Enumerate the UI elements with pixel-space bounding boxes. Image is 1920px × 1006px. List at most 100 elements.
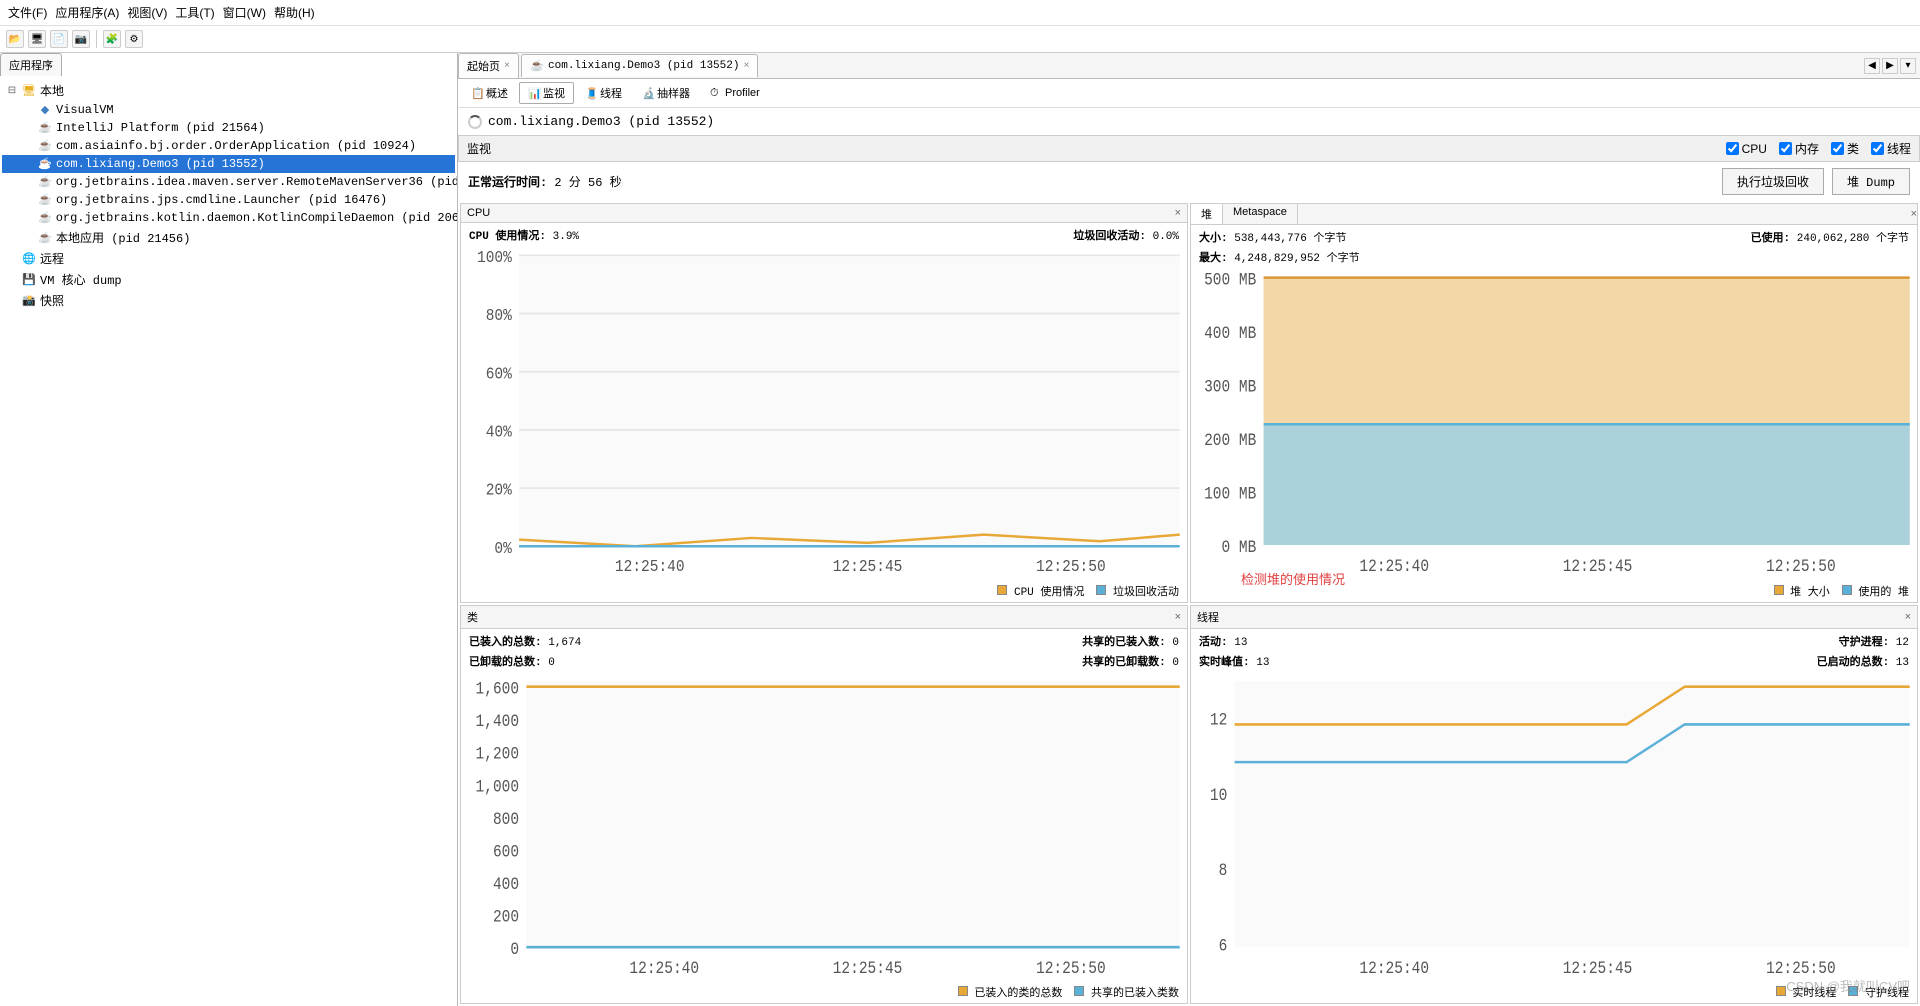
java-icon: ☕	[38, 211, 52, 225]
svg-text:500 MB: 500 MB	[1204, 270, 1256, 289]
menu-window[interactable]: 窗口(W)	[223, 4, 266, 21]
close-icon[interactable]: ×	[1175, 611, 1181, 623]
heap-annotation: 检测堆的使用情况	[1241, 569, 1345, 588]
tree-item-localapp[interactable]: ☕本地应用 (pid 21456)	[2, 227, 455, 248]
tree-item-maven[interactable]: ☕org.jetbrains.idea.maven.server.RemoteM…	[2, 173, 455, 191]
svg-text:1,200: 1,200	[476, 744, 520, 763]
add-jmx-icon[interactable]: 📄	[50, 30, 68, 48]
tab-prev-icon[interactable]: ◀	[1864, 58, 1880, 74]
sub-tabs: 📋概述 📊监视 🧵线程 🔬抽样器 ⏱Profiler	[458, 79, 1920, 108]
svg-text:20%: 20%	[486, 481, 513, 500]
close-icon[interactable]: ×	[1911, 208, 1917, 220]
heap-chart: 500 MB 400 MB 300 MB 200 MB 100 MB 0 MB …	[1191, 269, 1917, 580]
cpu-panel: CPU× CPU 使用情况: 3.9% 垃圾回收活动: 0.0% 100% 80…	[460, 203, 1188, 603]
tree-item-visualvm[interactable]: ◆VisualVM	[2, 101, 455, 119]
svg-text:1,000: 1,000	[476, 777, 520, 796]
uptime-bar: 正常运行时间: 2 分 56 秒 执行垃圾回收 堆 Dump	[458, 162, 1920, 201]
svg-text:400: 400	[493, 874, 519, 893]
menu-app[interactable]: 应用程序(A)	[55, 4, 119, 21]
svg-text:0: 0	[510, 940, 519, 959]
java-icon: ☕	[38, 139, 52, 153]
menu-file[interactable]: 文件(F)	[8, 4, 47, 21]
sidebar-tab[interactable]: 应用程序	[0, 53, 62, 76]
svg-text:12:25:45: 12:25:45	[1563, 958, 1633, 977]
tree-item-launcher[interactable]: ☕org.jetbrains.jps.cmdline.Launcher (pid…	[2, 191, 455, 209]
tab-home[interactable]: 起始页×	[458, 53, 519, 78]
svg-text:60%: 60%	[486, 364, 513, 383]
profiler-icon: ⏱	[710, 87, 722, 99]
menu-view[interactable]: 视图(V)	[127, 4, 167, 21]
add-remote-icon[interactable]: 🖥	[28, 30, 46, 48]
menubar: 文件(F) 应用程序(A) 视图(V) 工具(T) 窗口(W) 帮助(H)	[0, 0, 1920, 26]
subtab-sampler[interactable]: 🔬抽样器	[633, 82, 699, 104]
host-icon: 🖥	[22, 84, 36, 98]
subtab-threads[interactable]: 🧵线程	[576, 82, 631, 104]
svg-text:6: 6	[1219, 936, 1228, 955]
perform-gc-button[interactable]: 执行垃圾回收	[1722, 168, 1824, 195]
svg-text:400 MB: 400 MB	[1204, 324, 1256, 343]
editor-tabs: 起始页× ☕com.lixiang.Demo3 (pid 13552)× ◀ ▶…	[458, 53, 1920, 79]
tree-remote[interactable]: 🌐远程	[2, 248, 455, 269]
menu-help[interactable]: 帮助(H)	[274, 4, 315, 21]
classes-panel: 类× 已装入的总数: 1,674 共享的已装入数: 0 已卸载的总数: 0 共享…	[460, 605, 1188, 1005]
subtab-profiler[interactable]: ⏱Profiler	[701, 82, 769, 104]
svg-text:10: 10	[1210, 785, 1227, 804]
tree-vmcore[interactable]: 💾VM 核心 dump	[2, 269, 455, 290]
svg-text:80%: 80%	[486, 306, 513, 325]
settings-icon[interactable]: ⚙	[125, 30, 143, 48]
check-cpu[interactable]: CPU	[1726, 142, 1767, 156]
snapshot-icon: 📸	[22, 294, 36, 308]
app-title: com.lixiang.Demo3 (pid 13552)	[458, 108, 1920, 135]
svg-text:12:25:50: 12:25:50	[1766, 557, 1836, 576]
svg-text:100%: 100%	[477, 248, 512, 267]
svg-text:0%: 0%	[494, 539, 512, 558]
java-icon: ☕	[38, 157, 52, 171]
visualvm-icon: ◆	[38, 103, 52, 117]
check-threads[interactable]: 线程	[1871, 140, 1911, 157]
tree-item-orderapp[interactable]: ☕com.asiainfo.bj.order.OrderApplication …	[2, 137, 455, 155]
check-memory[interactable]: 内存	[1779, 140, 1819, 157]
content: 起始页× ☕com.lixiang.Demo3 (pid 13552)× ◀ ▶…	[458, 53, 1920, 1006]
remote-icon: 🌐	[22, 252, 36, 266]
sampler-icon: 🔬	[642, 87, 654, 99]
subtab-overview[interactable]: 📋概述	[462, 82, 517, 104]
svg-text:12:25:50: 12:25:50	[1036, 557, 1106, 576]
toolbar: 📂 🖥 📄 📷 🧩 ⚙	[0, 26, 1920, 53]
tree-item-intellij[interactable]: ☕IntelliJ Platform (pid 21564)	[2, 119, 455, 137]
heap-tab[interactable]: 堆	[1191, 204, 1223, 224]
close-icon[interactable]: ×	[1175, 207, 1181, 219]
plugin-icon[interactable]: 🧩	[103, 30, 121, 48]
tab-demo3[interactable]: ☕com.lixiang.Demo3 (pid 13552)×	[521, 54, 758, 77]
svg-text:12:25:40: 12:25:40	[1359, 958, 1429, 977]
svg-text:12: 12	[1210, 710, 1227, 729]
tree-snapshot[interactable]: 📸快照	[2, 290, 455, 311]
coredump-icon: 💾	[22, 273, 36, 287]
tab-menu-icon[interactable]: ▾	[1900, 58, 1916, 74]
close-icon[interactable]: ×	[743, 61, 749, 72]
menu-tools[interactable]: 工具(T)	[175, 4, 214, 21]
svg-text:12:25:45: 12:25:45	[833, 557, 903, 576]
svg-text:12:25:50: 12:25:50	[1036, 958, 1106, 977]
tab-next-icon[interactable]: ▶	[1882, 58, 1898, 74]
cpu-chart: 100% 80% 60% 40% 20% 0% 12:25:40 12:25:4…	[461, 247, 1187, 580]
tree-item-kotlin[interactable]: ☕org.jetbrains.kotlin.daemon.KotlinCompi…	[2, 209, 455, 227]
java-icon: ☕	[38, 175, 52, 189]
svg-text:8: 8	[1219, 861, 1228, 880]
tree-item-demo3[interactable]: ☕com.lixiang.Demo3 (pid 13552)	[2, 155, 455, 173]
watermark: CSDN @我就叫CV吧	[1786, 976, 1910, 995]
open-icon[interactable]: 📂	[6, 30, 24, 48]
app-tree: ⊟🖥本地 ◆VisualVM ☕IntelliJ Platform (pid 2…	[0, 76, 457, 1006]
svg-text:200 MB: 200 MB	[1204, 431, 1256, 450]
heap-dump-button[interactable]: 堆 Dump	[1832, 168, 1910, 195]
svg-text:12:25:40: 12:25:40	[1359, 557, 1429, 576]
heap-panel: 堆 Metaspace × 大小: 538,443,776 个字节 已使用: 2…	[1190, 203, 1918, 603]
metaspace-tab[interactable]: Metaspace	[1223, 204, 1298, 224]
close-icon[interactable]: ×	[1905, 611, 1911, 623]
close-icon[interactable]: ×	[504, 61, 510, 72]
check-classes[interactable]: 类	[1831, 140, 1859, 157]
svg-text:100 MB: 100 MB	[1204, 484, 1256, 503]
overview-icon: 📋	[471, 87, 483, 99]
tree-root-local[interactable]: ⊟🖥本地	[2, 80, 455, 101]
snapshot-icon[interactable]: 📷	[72, 30, 90, 48]
subtab-monitor[interactable]: 📊监视	[519, 82, 574, 104]
